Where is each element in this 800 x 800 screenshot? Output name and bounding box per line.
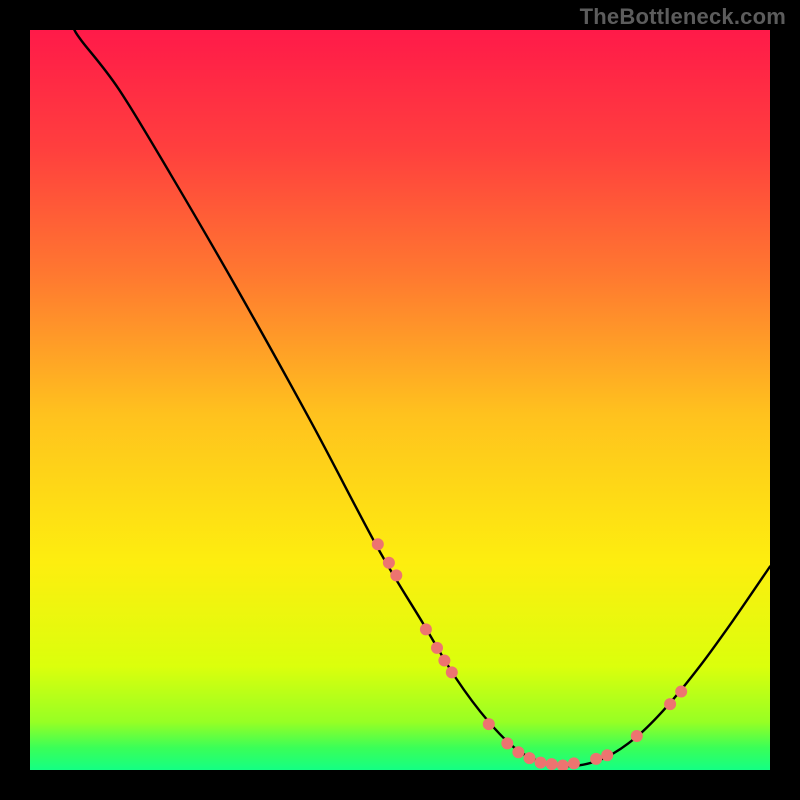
scatter-marker xyxy=(512,746,524,758)
attribution-text: TheBottleneck.com xyxy=(580,4,786,30)
chart-plot-area xyxy=(30,30,770,770)
scatter-marker xyxy=(590,753,602,765)
scatter-marker xyxy=(501,737,513,749)
scatter-marker xyxy=(431,642,443,654)
scatter-marker xyxy=(664,698,676,710)
scatter-marker xyxy=(524,752,536,764)
chart-background xyxy=(30,30,770,770)
scatter-marker xyxy=(535,757,547,769)
scatter-marker xyxy=(390,569,402,581)
scatter-marker xyxy=(601,749,613,761)
scatter-marker xyxy=(420,623,432,635)
scatter-marker xyxy=(383,557,395,569)
scatter-marker xyxy=(568,757,580,769)
scatter-marker xyxy=(675,686,687,698)
scatter-marker xyxy=(631,730,643,742)
scatter-marker xyxy=(546,758,558,770)
scatter-marker xyxy=(483,718,495,730)
scatter-marker xyxy=(446,666,458,678)
chart-svg xyxy=(30,30,770,770)
scatter-marker xyxy=(372,538,384,550)
scatter-marker xyxy=(438,654,450,666)
